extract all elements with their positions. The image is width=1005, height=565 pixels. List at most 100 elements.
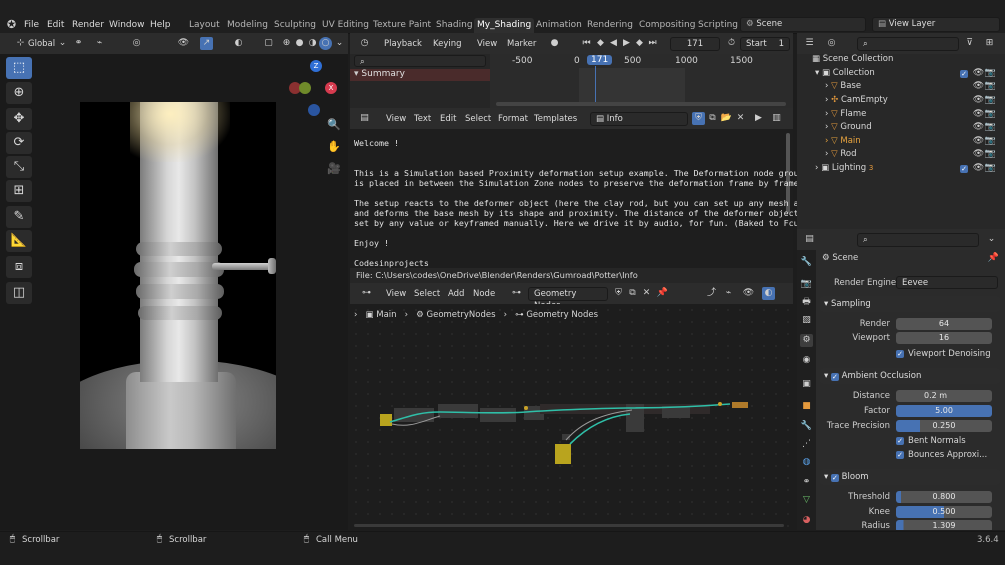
node-frame[interactable] [380,414,392,426]
scene-tab-icon[interactable]: ⚙ [800,334,813,347]
tab-sculpting[interactable]: Sculpting [271,18,319,33]
camera-render-icon[interactable]: 📷 [984,67,997,80]
node-duplicate-icon[interactable]: ⧉ [626,287,639,300]
shading-chevron-icon[interactable]: ⌄ [333,37,346,50]
node-close-icon[interactable]: ✕ [640,287,653,300]
node-socket[interactable] [718,402,722,406]
bent-normals-checkbox[interactable]: ✓ [896,437,904,445]
text-edit-menu[interactable]: Edit [440,112,456,126]
new-collection-icon[interactable]: ⊞ [983,37,996,50]
parent-group-icon[interactable]: ⤴ [705,287,718,300]
sampling-panel-header[interactable]: ▾ Sampling [820,296,1000,312]
viewport-denoise-checkbox[interactable]: ✓ [896,350,904,358]
rotate-tool[interactable]: ⟳ [6,132,32,154]
tab-modeling[interactable]: Modeling [224,18,271,33]
gizmo-toggle-icon[interactable]: ↗ [200,37,213,50]
summary-channel[interactable]: ▾ Summary [350,69,490,81]
object-tab-icon[interactable]: ■ [800,400,813,413]
text-text-menu[interactable]: Text [414,112,431,126]
xray-icon[interactable]: ▢ [262,37,275,50]
node-visibility-icon[interactable]: 👁 [742,287,755,300]
tool-tab-icon[interactable]: 🔧 [800,256,813,269]
ao-panel-header[interactable]: ▾ ✓ Ambient Occlusion [820,368,1000,384]
pan-hand-icon[interactable]: ✋ [327,140,341,153]
ao-trace-field[interactable]: 0.250 [896,420,992,432]
next-keyframe-icon[interactable]: ◆ [633,37,646,50]
text-select-menu[interactable]: Select [465,112,491,126]
timeline-scrollbar[interactable] [496,102,786,106]
menu-edit[interactable]: Edit [47,18,64,32]
annotate-tool[interactable]: ✎ [6,206,32,228]
measure-tool[interactable]: 📐 [6,230,32,252]
output-tab-icon[interactable]: 🖶 [800,296,813,309]
blender-logo-icon[interactable]: ✪ [5,18,18,31]
fake-user-icon[interactable]: ⛨ [692,112,705,125]
camera-render-icon[interactable]: 📷 [984,108,997,121]
ao-factor-field[interactable]: 5.00 [896,405,992,417]
tab-uv-editing[interactable]: UV Editing [319,18,372,33]
select-box-tool[interactable]: ⬚ [6,57,32,79]
menu-window[interactable]: Window [109,18,145,32]
constraints-tab-icon[interactable]: ⚭ [800,476,813,489]
properties-chevron-icon[interactable]: ⌄ [985,233,998,246]
menu-help[interactable]: Help [150,18,171,32]
exclude-checkbox[interactable]: ✓ [960,70,968,78]
shield-icon[interactable]: ⛨ [612,287,625,300]
navigation-gizmo[interactable]: Z X [289,60,339,116]
material-tab-icon[interactable]: ◕ [800,514,813,527]
bloom-knee-field[interactable]: 0.500 [896,506,992,518]
chevron-down-icon[interactable]: ⌄ [56,37,69,50]
node-tree-field[interactable]: Geometry Nodes [528,287,608,311]
physics-tab-icon[interactable]: ◍ [800,456,813,469]
playback-menu[interactable]: Playback [384,37,422,51]
node-graph[interactable] [350,304,793,530]
camera-render-icon[interactable]: 📷 [984,121,997,134]
menu-render[interactable]: Render [72,18,104,32]
node-scrollbar[interactable] [354,524,784,527]
tab-layout[interactable]: Layout [186,18,223,33]
node-node-menu[interactable]: Node [473,287,495,301]
overlay-icon[interactable]: ◐ [232,37,245,50]
text-datablock-field[interactable]: ▤ Info [590,112,688,126]
cursor-tool[interactable]: ⊕ [6,82,32,104]
axis-z-icon[interactable]: Z [310,60,322,72]
node[interactable] [480,408,516,422]
world-tab-icon[interactable]: ◉ [800,354,813,367]
view-menu[interactable]: View [477,37,497,51]
playhead-frame[interactable]: 171 [587,55,613,65]
bloom-threshold-field[interactable]: 0.800 [896,491,992,503]
snap-icon[interactable]: ⌁ [93,37,106,50]
record-icon[interactable]: ● [548,37,561,50]
camera-render-icon[interactable]: 📷 [984,162,997,175]
duplicate-icon[interactable]: ⧉ [706,112,719,125]
outliner-type-icon[interactable]: ☰ [803,37,816,50]
text-editor-type-icon[interactable]: ▤ [358,112,371,125]
group-output-node[interactable] [732,402,748,408]
axis-neg-y-icon[interactable] [299,82,311,94]
current-frame-field[interactable]: 171 [670,37,720,51]
camera-render-icon[interactable]: 📷 [984,94,997,107]
material-shading-icon[interactable]: ◑ [306,37,319,50]
run-script-icon[interactable]: ▶ [752,112,765,125]
viewport-samples-field[interactable]: 16 [896,332,992,344]
data-tab-icon[interactable]: ▽ [800,494,813,507]
wireframe-shading-icon[interactable]: ⊕ [280,37,293,50]
shear-tool[interactable]: ◫ [6,282,32,304]
tab-my-shading[interactable]: My_Shading [474,18,535,33]
properties-search[interactable]: ⌕ [857,233,979,247]
solid-shading-icon[interactable]: ● [293,37,306,50]
display-mode-icon[interactable]: ◎ [825,37,838,50]
bounces-checkbox[interactable]: ✓ [896,451,904,459]
tab-shading[interactable]: Shading [433,18,476,33]
play-icon[interactable]: ▶ [620,37,633,50]
bloom-enable-checkbox[interactable]: ✓ [830,474,839,482]
snap-node-icon[interactable]: ⌁ [722,287,735,300]
viewport-3d[interactable]: ⬚ ⊕ ✥ ⟳ ⤡ ⊞ ✎ 📐 ⧈ ◫ Z X 🔍 ✋ 🎥 [0,54,348,530]
camera-render-icon[interactable]: 📷 [984,135,997,148]
text-templates-menu[interactable]: Templates [534,112,577,126]
pin-icon[interactable]: 📌 [987,252,1000,265]
start-frame-field[interactable]: Start 1 [740,37,790,51]
zoom-icon[interactable]: 🔍 [327,118,341,131]
marker-menu[interactable]: Marker [507,37,536,51]
jump-start-icon[interactable]: ⏮ [580,37,593,50]
